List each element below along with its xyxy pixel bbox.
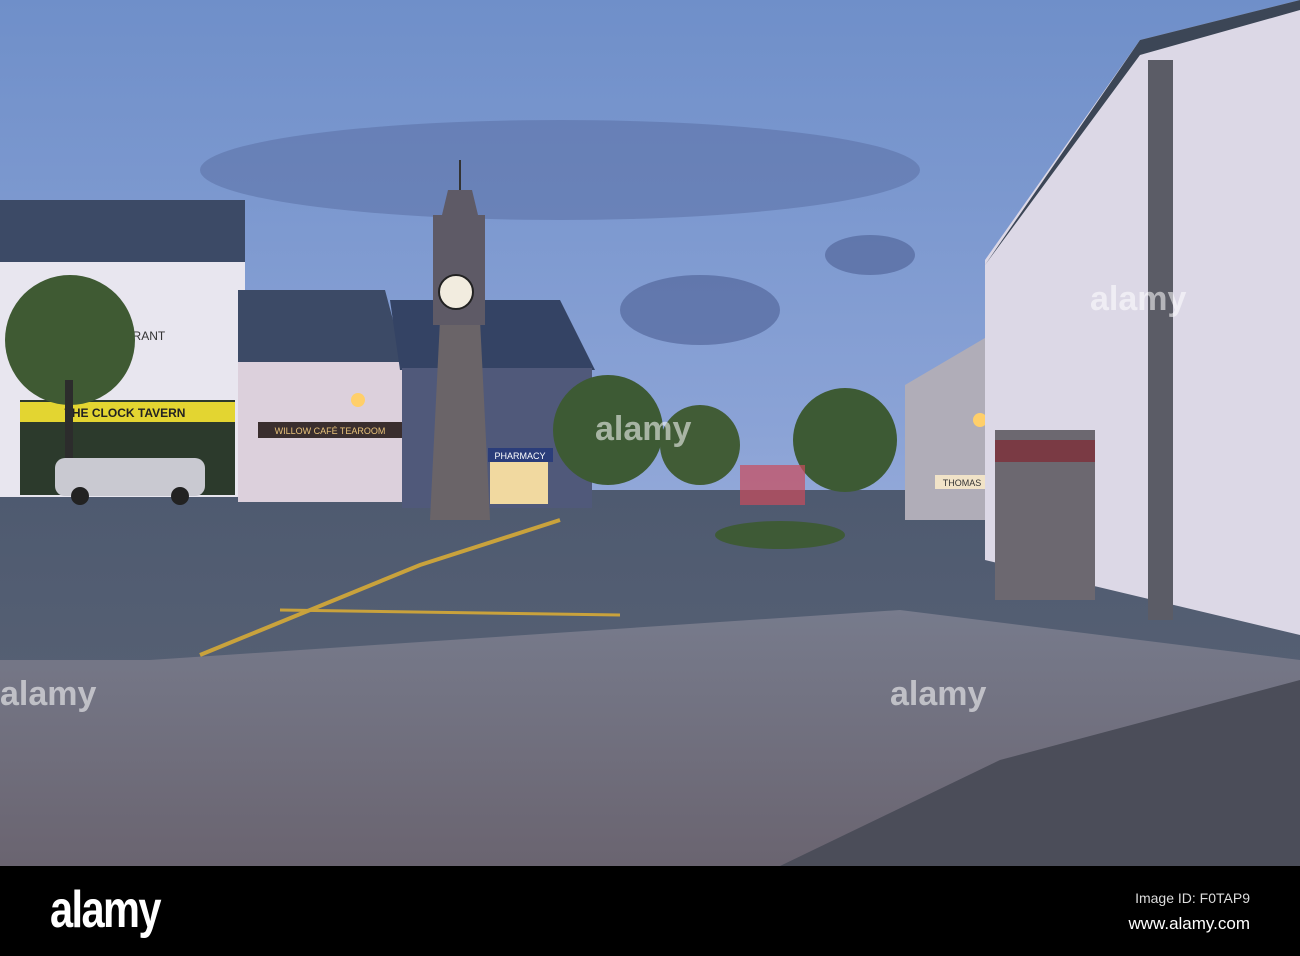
roof (390, 300, 595, 370)
clock-tower-spire (442, 190, 478, 215)
watermark-text: alamy (890, 675, 986, 713)
cloud (200, 120, 920, 220)
clock-face-icon (438, 274, 474, 310)
pharmacy-window (490, 462, 548, 504)
street-lamp (973, 413, 987, 427)
cafe-sign: WILLOW CAFÉ TEAROOM (275, 426, 386, 436)
pharmacy-sign: PHARMACY (494, 451, 545, 461)
flower-bed (715, 521, 845, 549)
tavern-sign: THE CLOCK TAVERN (65, 406, 186, 420)
alamy-url: www.alamy.com (1128, 914, 1250, 933)
clock-tower (430, 320, 490, 520)
town-square-photo: RESTAURANT THE CLOCK TAVERN WILLOW CAFÉ … (0, 0, 1300, 866)
watermark-text: alamy (1090, 280, 1186, 318)
thomas-sign: THOMAS (943, 478, 982, 488)
photo-stage: RESTAURANT THE CLOCK TAVERN WILLOW CAFÉ … (0, 0, 1300, 956)
blurred-bus (740, 465, 805, 505)
alamy-logo: alamy (50, 881, 162, 939)
car-wheel (71, 487, 89, 505)
image-id: Image ID: F0TAP9 (1135, 890, 1250, 906)
tree (793, 388, 897, 492)
roof (238, 290, 405, 365)
quoin-stones (1148, 60, 1173, 620)
shop-sign-board (995, 440, 1095, 462)
watermark-text: alamy (0, 675, 96, 713)
watermark-text: alamy (595, 410, 691, 448)
cloud (825, 235, 915, 275)
watermark-bar: alamy Image ID: F0TAP9 www.alamy.com (0, 866, 1300, 956)
car-wheel (171, 487, 189, 505)
cloud (620, 275, 780, 345)
street-lamp (351, 393, 365, 407)
